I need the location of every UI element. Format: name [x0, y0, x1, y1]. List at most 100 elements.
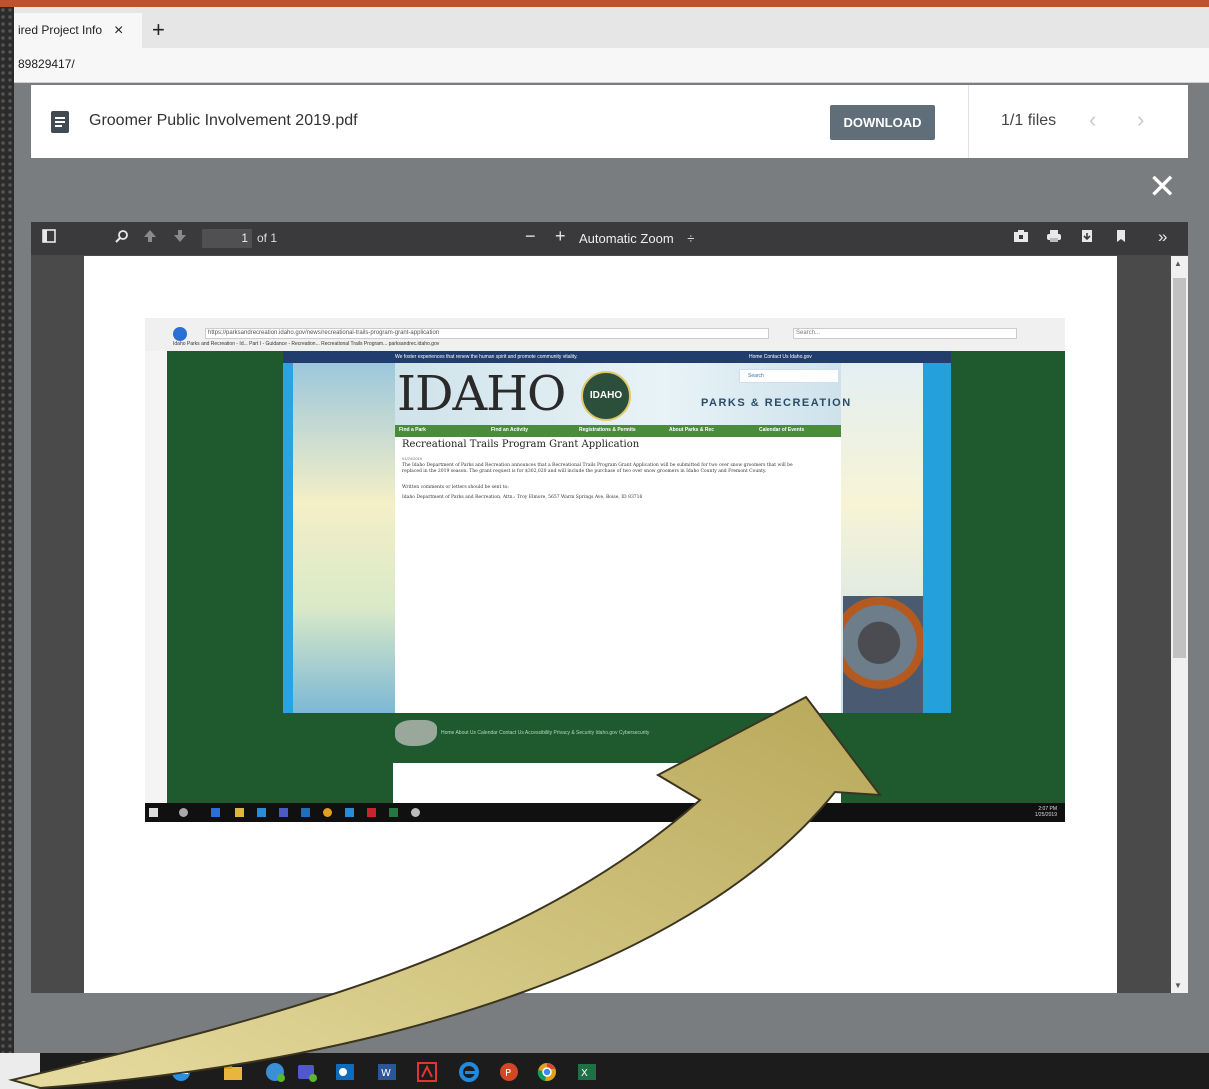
us-map-icon	[395, 720, 437, 746]
snowmobile-rider-image	[843, 596, 923, 713]
shot-chrome-icon	[323, 808, 332, 817]
file-preview-header: Groomer Public Involvement 2019.pdf DOWN…	[31, 85, 1188, 158]
article-paragraph: Written comments or letters should be se…	[402, 485, 509, 490]
files-count: 1/1 files	[1001, 112, 1057, 129]
word-icon[interactable]: W	[376, 1061, 396, 1081]
zoom-out-button[interactable]: −	[525, 227, 536, 245]
svg-text:W: W	[381, 1068, 391, 1079]
shot-app-icon	[301, 808, 310, 817]
site-nav-item: Calendar of Events	[759, 427, 805, 433]
acrobat-icon[interactable]	[416, 1061, 437, 1082]
shot-app-icon	[411, 808, 420, 817]
state-parks-seal: IDAHO	[581, 371, 631, 421]
previous-page-icon[interactable]	[143, 229, 157, 248]
tab-title: ired Project Info	[18, 23, 103, 37]
teams-icon[interactable]	[296, 1061, 317, 1082]
site-tagline: We foster experiences that renew the hum…	[395, 354, 578, 360]
idaho-logo: IDAHO	[397, 366, 566, 422]
scroll-down-icon[interactable]: ▼	[1174, 981, 1182, 990]
article-heading: Recreational Trails Program Grant Applic…	[402, 439, 640, 450]
edge-blue-icon[interactable]	[458, 1061, 479, 1082]
edge-icon[interactable]	[170, 1061, 190, 1081]
svg-text:X: X	[581, 1068, 588, 1079]
shot-acrobat-icon	[367, 808, 376, 817]
zoom-label: Automatic Zoom	[579, 231, 674, 246]
pdf-scrollbar[interactable]: ▲ ▼	[1171, 256, 1188, 993]
pdf-page: https://parksandrecreation.idaho.gov/new…	[84, 256, 1117, 993]
outer-frame	[0, 0, 14, 1089]
divider	[968, 85, 969, 158]
find-icon[interactable]	[115, 229, 129, 248]
site-nav-item: Registrations & Permits	[579, 427, 636, 433]
bookmark-icon[interactable]	[1115, 229, 1127, 248]
tab-close-icon[interactable]: ×	[114, 13, 123, 48]
site-topbar: We foster experiences that renew the hum…	[283, 351, 951, 363]
shot-back-icon	[173, 327, 187, 341]
page-number-input[interactable]: 1	[202, 229, 252, 248]
winter-art-left	[283, 363, 395, 713]
shot-edge-icon	[211, 808, 220, 817]
print-icon[interactable]	[1046, 229, 1062, 248]
folder-icon[interactable]	[222, 1061, 242, 1081]
shot-app-icon	[257, 808, 266, 817]
site-nav-item: Find an Activity	[491, 427, 529, 433]
shot-clock-date: 1/25/2019	[1034, 812, 1057, 818]
document-icon	[51, 111, 69, 133]
article-date: 01/24/2019	[402, 456, 423, 461]
tools-menu-button[interactable]: »	[1158, 228, 1167, 246]
next-file-button[interactable]: ›	[1137, 107, 1144, 133]
next-page-icon[interactable]	[173, 229, 187, 248]
shot-app-icon	[345, 808, 354, 817]
top-accent-bar	[0, 0, 1209, 7]
start-button[interactable]	[0, 1053, 40, 1089]
article-paragraph: Idaho Department of Parks and Recreation…	[402, 495, 643, 500]
tab-strip: ired Project Info × +	[14, 7, 1209, 48]
windows-taskbar: W P X	[0, 1053, 1209, 1089]
pdf-toolbar: 1 of 1 − + Automatic Zoom ÷ »	[31, 222, 1188, 255]
excel-icon[interactable]: X	[576, 1061, 596, 1081]
presentation-mode-icon[interactable]	[1013, 229, 1029, 248]
download-icon[interactable]	[1080, 229, 1094, 248]
zoom-in-button[interactable]: +	[555, 227, 566, 245]
shot-sidebar	[145, 351, 167, 803]
shot-search: Search...	[793, 328, 1017, 339]
scroll-up-icon[interactable]: ▲	[1174, 259, 1182, 268]
shot-background	[167, 351, 285, 803]
task-view-icon[interactable]	[114, 1059, 134, 1082]
previous-file-button[interactable]: ‹	[1089, 107, 1096, 133]
shot-excel-icon	[389, 808, 398, 817]
pdf-viewer: 1 of 1 − + Automatic Zoom ÷ » https://pa…	[31, 222, 1188, 993]
zoom-select[interactable]: Automatic Zoom ÷	[579, 229, 694, 248]
new-tab-button[interactable]: +	[152, 15, 165, 45]
svg-text:P: P	[505, 1068, 511, 1079]
chrome-icon[interactable]	[536, 1061, 556, 1081]
site-top-links: Home Contact Us Idaho.gov	[749, 354, 812, 360]
shot-clock: 2:07 PM 1/25/2019	[1035, 806, 1057, 818]
shot-page-bottom	[393, 763, 841, 803]
shot-tabs: Idaho Parks and Recreation - Id... Part …	[173, 341, 440, 347]
site-footer-links: Home About Us Calendar Contact Us Access…	[441, 730, 650, 736]
powerpoint-icon[interactable]: P	[498, 1061, 518, 1081]
site-nav-item: About Parks & Rec	[669, 427, 715, 433]
site-nav: Find a Park Find an Activity Registratio…	[395, 425, 841, 437]
shot-search-icon	[179, 808, 188, 817]
skype-icon[interactable]	[264, 1061, 285, 1082]
shot-url: https://parksandrecreation.idaho.gov/new…	[205, 328, 769, 339]
sidebar-toggle-icon[interactable]	[42, 229, 56, 248]
outlook-icon[interactable]	[334, 1061, 354, 1081]
search-icon[interactable]	[76, 1059, 94, 1082]
site-nav-item: Find a Park	[399, 427, 426, 433]
close-preview-icon[interactable]: ✕	[1148, 170, 1177, 204]
download-button[interactable]: DOWNLOAD	[830, 105, 935, 140]
address-bar[interactable]: 89829417/	[14, 48, 1209, 83]
parks-recreation-title: PARKS & RECREATION	[701, 397, 852, 409]
file-name: Groomer Public Involvement 2019.pdf	[89, 112, 358, 129]
scroll-thumb[interactable]	[1173, 278, 1186, 658]
embedded-screenshot: https://parksandrecreation.idaho.gov/new…	[145, 318, 1065, 822]
shot-app-icon	[279, 808, 288, 817]
shot-folder-icon	[235, 808, 244, 817]
browser-tab[interactable]: ired Project Info ×	[14, 13, 142, 48]
site-content: Recreational Trails Program Grant Applic…	[395, 437, 841, 713]
site-search: Search	[739, 369, 839, 383]
shot-start-icon	[149, 808, 158, 817]
